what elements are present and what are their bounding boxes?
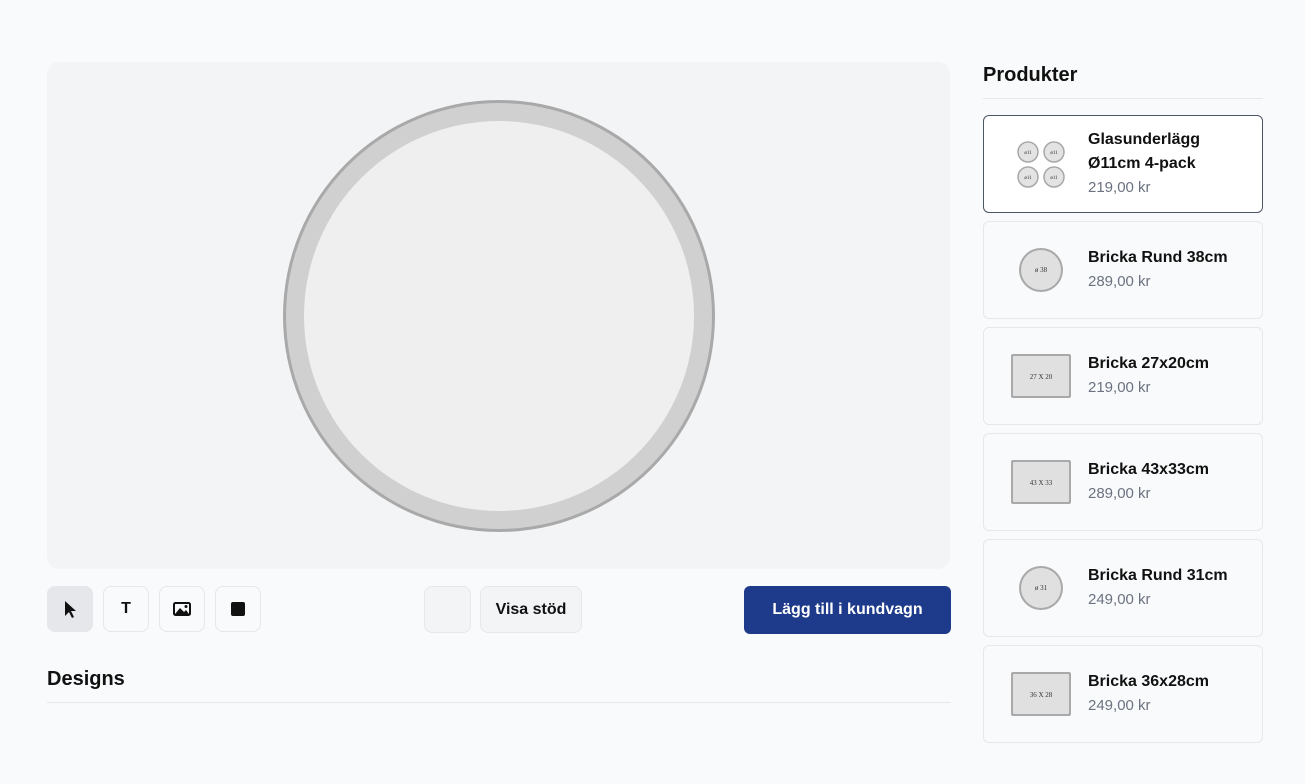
svg-text:43 X 33: 43 X 33 bbox=[1030, 479, 1053, 487]
product-name: Bricka Rund 31cm bbox=[1088, 567, 1228, 584]
product-name: Glasunderlägg bbox=[1088, 131, 1201, 148]
product-price: 249,00 kr bbox=[1088, 697, 1151, 714]
product-price: 219,00 kr bbox=[1088, 179, 1151, 196]
product-price: 249,00 kr bbox=[1088, 591, 1151, 608]
product-name-line2: Ø11cm 4-pack bbox=[1088, 155, 1196, 172]
designs-heading: Designs bbox=[47, 668, 125, 690]
svg-text:ø11: ø11 bbox=[1024, 176, 1032, 181]
text-tool-button[interactable]: T bbox=[103, 586, 149, 632]
tray-preview[interactable] bbox=[47, 62, 950, 569]
svg-text:ø11: ø11 bbox=[1050, 151, 1058, 156]
product-price: 289,00 kr bbox=[1088, 273, 1151, 290]
coasters-thumbnail: ø11 ø11 ø11 ø11 bbox=[1017, 141, 1065, 188]
tray-print-area bbox=[304, 121, 694, 511]
round-tray-thumbnail: ø 38 bbox=[1019, 248, 1063, 292]
cursor-icon bbox=[65, 601, 76, 618]
rect-tray-thumbnail: 43 X 33 bbox=[1011, 460, 1071, 504]
product-price: 219,00 kr bbox=[1088, 379, 1151, 396]
products-divider bbox=[983, 98, 1263, 99]
product-name: Bricka 43x33cm bbox=[1088, 461, 1209, 478]
select-tool-button[interactable] bbox=[47, 586, 93, 632]
product-card-coasters[interactable]: ø11 ø11 ø11 ø11 Glasunderlägg Ø11cm 4-pa… bbox=[983, 115, 1263, 213]
square-icon bbox=[231, 602, 245, 616]
visa-stod-button[interactable]: Visa stöd bbox=[480, 586, 582, 633]
svg-text:ø11: ø11 bbox=[1024, 151, 1032, 156]
design-canvas[interactable] bbox=[47, 62, 950, 569]
product-name: Bricka Rund 38cm bbox=[1088, 249, 1228, 266]
color-swatch-button[interactable] bbox=[424, 586, 471, 633]
product-card-bricka-36x28[interactable]: 36 X 28 Bricka 36x28cm 249,00 kr bbox=[983, 645, 1263, 743]
svg-text:ø 38: ø 38 bbox=[1035, 266, 1048, 274]
rect-tray-thumbnail: 36 X 28 bbox=[1011, 672, 1071, 716]
products-heading: Produkter bbox=[983, 64, 1078, 86]
rect-tray-thumbnail: 27 X 20 bbox=[1011, 354, 1071, 398]
designs-divider bbox=[47, 702, 951, 703]
shape-tool-button[interactable] bbox=[215, 586, 261, 632]
image-icon bbox=[173, 602, 191, 616]
text-icon: T bbox=[121, 600, 131, 617]
svg-text:ø 31: ø 31 bbox=[1035, 584, 1048, 592]
product-card-bricka-43x33[interactable]: 43 X 33 Bricka 43x33cm 289,00 kr bbox=[983, 433, 1263, 531]
image-tool-button[interactable] bbox=[159, 586, 205, 632]
add-to-cart-button[interactable]: Lägg till i kundvagn bbox=[744, 586, 951, 634]
svg-text:27 X 20: 27 X 20 bbox=[1030, 373, 1053, 381]
product-name: Bricka 27x20cm bbox=[1088, 355, 1209, 372]
product-name: Bricka 36x28cm bbox=[1088, 673, 1209, 690]
svg-text:36 X 28: 36 X 28 bbox=[1030, 691, 1053, 699]
round-tray-thumbnail: ø 31 bbox=[1019, 566, 1063, 610]
product-card-bricka-rund-38[interactable]: ø 38 Bricka Rund 38cm 289,00 kr bbox=[983, 221, 1263, 319]
svg-text:ø11: ø11 bbox=[1050, 176, 1058, 181]
product-card-bricka-rund-31[interactable]: ø 31 Bricka Rund 31cm 249,00 kr bbox=[983, 539, 1263, 637]
product-price: 289,00 kr bbox=[1088, 485, 1151, 502]
editor-toolbar: T Visa stöd Lägg till i kundvagn bbox=[47, 586, 951, 634]
product-card-bricka-27x20[interactable]: 27 X 20 Bricka 27x20cm 219,00 kr bbox=[983, 327, 1263, 425]
